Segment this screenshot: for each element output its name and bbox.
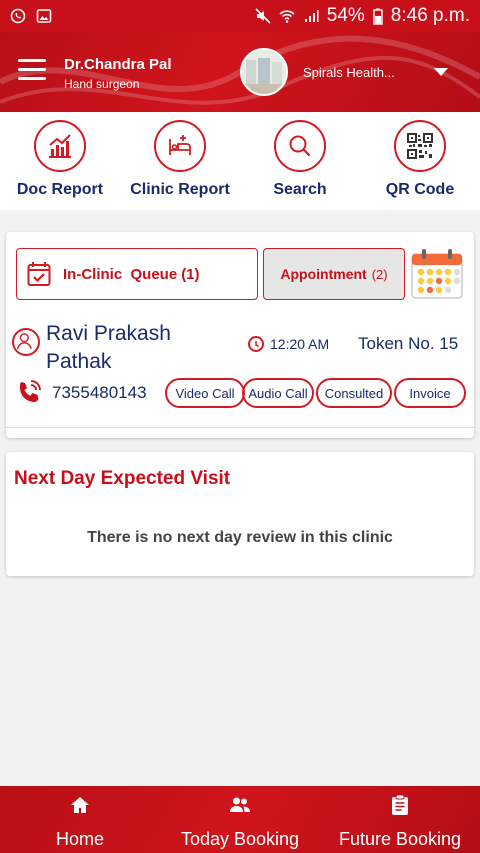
nav-home-label: Home [55,829,104,849]
next-day-title: Next Day Expected Visit [14,468,231,489]
clinic-avatar[interactable] [240,48,288,96]
status-bar: 54% 8:46 p.m. [0,0,480,32]
doctor-specialty: Hand surgeon [64,77,140,91]
search-button[interactable]: Search [240,120,360,199]
bottom-navigation: Home Today Booking Future Booking [0,786,480,853]
signal-icon [304,10,319,22]
token-number: Token No. 15 [358,334,459,353]
clipboard-icon [392,794,408,815]
clock-icon [248,336,264,352]
appointment-count: (2) [371,266,388,282]
tab-inclinic-queue[interactable]: In-Clinic Queue (1) [16,248,258,300]
inclinic-queue-label: In-Clinic Queue [63,265,178,283]
video-call-button[interactable]: Video Call [165,378,245,408]
tab-appointment[interactable]: Appointment (2) [263,248,405,300]
calendar-check-icon [27,262,51,286]
inclinic-queue-count: (1) [181,265,200,283]
app-header: Dr.Chandra Pal Hand surgeon Spirals Heal… [0,32,480,112]
quick-actions-bar: Doc Report Clinic Report Search QR Code [0,112,480,210]
search-label: Search [273,181,327,198]
whatsapp-icon [10,8,26,24]
user-icon [12,328,40,356]
nav-today-booking[interactable]: Today Booking [160,786,320,853]
qr-code-icon [394,120,446,172]
invoice-button[interactable]: Invoice [394,378,466,408]
nav-future-booking[interactable]: Future Booking [320,786,480,853]
clinic-selector-label[interactable]: Spirals Health... [303,65,395,80]
nav-today-booking-label: Today Booking [180,829,300,849]
gallery-icon [36,9,52,23]
phone-call-icon[interactable] [16,379,42,405]
clock-time: 8:46 p.m. [390,5,470,26]
battery-icon [373,8,383,25]
home-icon [71,797,89,813]
next-day-card: Next Day Expected Visit There is no next… [6,452,474,576]
clinic-photo-icon [242,50,286,94]
qr-code-label: QR Code [385,181,455,198]
divider [6,427,474,428]
qr-code-button[interactable]: QR Code [360,120,480,199]
clinic-report-label: Clinic Report [130,181,230,198]
bed-icon [154,120,206,172]
doc-report-button[interactable]: Doc Report [0,120,120,199]
people-icon [230,797,250,812]
mute-icon [255,8,271,24]
chart-icon [34,120,86,172]
nav-home[interactable]: Home [0,786,160,853]
doc-report-label: Doc Report [16,181,104,198]
nav-future-booking-label: Future Booking [338,829,462,849]
calendar-icon[interactable] [410,248,464,300]
search-icon [274,120,326,172]
audio-call-button[interactable]: Audio Call [242,378,314,408]
patient-name[interactable]: Ravi Prakash Pathak [46,320,226,376]
clinic-report-button[interactable]: Clinic Report [120,120,240,199]
battery-percent: 54% [326,5,365,26]
consulted-button[interactable]: Consulted [316,378,392,408]
chevron-down-icon[interactable] [434,68,448,76]
queue-card: In-Clinic Queue (1) Appointment (2) Ravi… [6,232,474,438]
appointment-label: Appointment [280,266,367,282]
appointment-time: 12:20 AM [270,336,330,352]
patient-phone[interactable]: 7355480143 [52,383,147,403]
wifi-icon [279,10,295,23]
hamburger-menu-icon[interactable] [18,59,46,81]
doctor-name: Dr.Chandra Pal [64,56,172,73]
next-day-empty-message: There is no next day review in this clin… [87,529,393,546]
